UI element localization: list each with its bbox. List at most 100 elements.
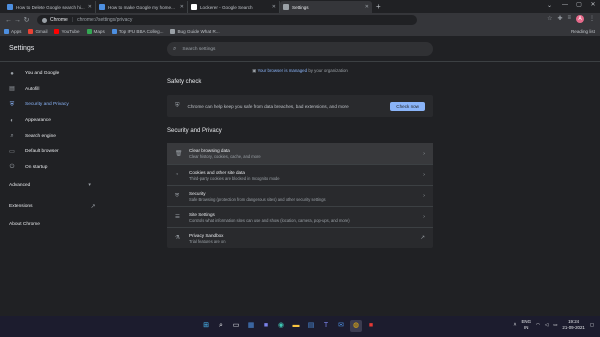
- browser-icon: ▭: [9, 148, 15, 155]
- site-info-icon[interactable]: [42, 17, 47, 23]
- settings-row[interactable]: ☰ Site Settings Controls what information …: [167, 206, 433, 227]
- sidebar-item-you-and-google[interactable]: ● You and Google: [0, 66, 110, 82]
- chevron-right-icon: ›: [423, 214, 425, 220]
- bookmark-label: Apps: [11, 29, 22, 34]
- task-view-icon[interactable]: ▭: [230, 320, 242, 332]
- reload-button[interactable]: ↻: [22, 16, 31, 24]
- search-icon[interactable]: ⌕: [215, 320, 227, 332]
- sidebar-item-label: Security and Privacy: [25, 102, 69, 108]
- chrome-icon[interactable]: ◍: [350, 320, 362, 332]
- tab-favicon-icon: [283, 4, 289, 10]
- menu-icon[interactable]: ⋮: [589, 15, 595, 23]
- external-link-icon: ↗: [420, 235, 425, 241]
- sidebar-item-autofill[interactable]: ▤ Autofill: [0, 82, 110, 98]
- settings-row[interactable]: ⚗ Privacy Sandbox Trial features are on ↗: [167, 227, 433, 248]
- widgets-icon[interactable]: ▦: [245, 320, 257, 332]
- sidebar-advanced[interactable]: Advanced ▾: [0, 177, 110, 193]
- search-icon: ⌕: [173, 45, 177, 52]
- profile-avatar[interactable]: A: [576, 15, 584, 23]
- bookmark-favicon-icon: [4, 29, 9, 34]
- bookmark-label: Gmail: [35, 29, 48, 34]
- sidebar-item-appearance[interactable]: ◐ Appearance: [0, 113, 110, 129]
- chevron-down-icon: ▾: [88, 182, 91, 189]
- sidebar-extensions[interactable]: Extensions ↗: [0, 197, 110, 215]
- settings-header: Settings ⌕ Search settings: [0, 37, 600, 62]
- tab-close-icon[interactable]: ✕: [180, 4, 184, 10]
- store-icon[interactable]: ▤: [305, 320, 317, 332]
- wifi-icon[interactable]: ◠: [536, 322, 540, 328]
- toolbar: ← → ↻ Chrome | chrome://settings/privacy…: [0, 13, 600, 27]
- tab-title: How to make Google my home...: [108, 4, 175, 10]
- tab-search-icon[interactable]: ⌄: [547, 2, 552, 9]
- sidebar-item-label: Autofill: [25, 86, 40, 92]
- back-button[interactable]: ←: [4, 17, 13, 24]
- app-icon[interactable]: ■: [365, 320, 377, 332]
- system-tray: ˄ ENG IN ◠ ◁ ▭ 19:24 21-09-2021 ▢: [514, 319, 594, 331]
- sidebar-about[interactable]: About Chrome: [0, 215, 110, 233]
- bookmarks-bar: Apps Gmail YouTube Maps Top IPU BBA Colleg..…: [0, 27, 600, 37]
- star-icon[interactable]: ☆: [547, 15, 552, 23]
- bookmark-item[interactable]: Apps: [4, 29, 21, 34]
- tab-1[interactable]: How to make Google my home... ✕: [96, 1, 188, 13]
- bookmark-item[interactable]: Top IPU BBA Colleg...: [111, 29, 163, 34]
- notification-icon[interactable]: ▢: [590, 322, 594, 328]
- bookmark-favicon-icon: [28, 29, 34, 34]
- battery-icon[interactable]: ▭: [553, 322, 557, 328]
- tab-favicon-icon: [7, 4, 13, 10]
- teams-icon[interactable]: T: [320, 320, 332, 332]
- mail-icon[interactable]: ✉: [335, 320, 347, 332]
- managed-link[interactable]: Your browser is managed: [257, 68, 307, 73]
- tab-close-icon[interactable]: ✕: [88, 4, 92, 10]
- bookmark-label: YouTube: [61, 29, 80, 34]
- settings-row[interactable]: ◔ Cookies and other site data Third-party …: [167, 164, 433, 185]
- search-settings-input[interactable]: ⌕ Search settings: [167, 42, 433, 56]
- clock-date: 21-09-2021: [562, 325, 585, 330]
- maximize-button[interactable]: ▢: [572, 0, 586, 10]
- sidebar-item-security-and-privacy[interactable]: ⛨ Security and Privacy: [0, 97, 110, 113]
- settings-row[interactable]: 🗑 Clear browsing data Clear history, cooki…: [167, 143, 433, 164]
- minimize-button[interactable]: —: [558, 0, 572, 10]
- check-now-button[interactable]: Check now: [390, 101, 425, 111]
- bookmark-item[interactable]: Maps: [86, 29, 105, 34]
- tab-close-icon[interactable]: ✕: [272, 4, 276, 10]
- file-explorer-icon[interactable]: ▬: [290, 320, 302, 332]
- bookmark-item[interactable]: Bug Guide What R...: [170, 29, 220, 34]
- sidebar-item-on-startup[interactable]: ⏻ On startup: [0, 160, 110, 176]
- new-tab-button[interactable]: +: [376, 1, 381, 13]
- managed-notice: ▣ Your browser is managed by your organi…: [167, 68, 433, 76]
- chevron-up-icon[interactable]: ˄: [514, 322, 517, 328]
- language-indicator[interactable]: ENG IN: [521, 319, 531, 331]
- chevron-right-icon: ›: [423, 193, 425, 199]
- volume-icon[interactable]: ◁: [545, 322, 548, 328]
- extensions-icon[interactable]: ✚: [557, 15, 562, 23]
- palette-icon: ◐: [10, 117, 14, 124]
- forward-button[interactable]: →: [13, 17, 22, 24]
- close-window-button[interactable]: ✕: [586, 0, 600, 10]
- edge-icon[interactable]: ◉: [275, 320, 287, 332]
- tab-close-icon[interactable]: ✕: [365, 4, 369, 10]
- managed-rest: by your organization: [308, 68, 348, 73]
- address-bar[interactable]: Chrome | chrome://settings/privacy: [37, 15, 417, 25]
- media-icon[interactable]: ≡: [567, 15, 571, 23]
- tab-0[interactable]: How to Delete Google search hi... ✕: [4, 1, 96, 13]
- safety-check-title: Safety check: [167, 79, 202, 85]
- chat-icon[interactable]: ■: [260, 320, 272, 332]
- taskbar-icons: ⊞ ⌕ ▭ ▦ ■ ◉ ▬ ▤ T ✉ ◍ ■: [200, 320, 377, 332]
- address-url: chrome://settings/privacy: [77, 17, 133, 23]
- sidebar-item-search-engine[interactable]: ⌕ Search engine: [0, 128, 110, 144]
- bookmark-label: Bug Guide What R...: [177, 29, 220, 34]
- row-title: Clear browsing data: [189, 148, 230, 153]
- sidebar-item-default-browser[interactable]: ▭ Default browser: [0, 144, 110, 160]
- reading-list-button[interactable]: Reading list: [571, 29, 595, 34]
- tab-2[interactable]: Lockerer - Google Search ✕: [188, 1, 280, 13]
- row-description: Controls what information sites can use …: [189, 217, 350, 223]
- settings-row[interactable]: ⛨ Security Safe Browsing (protection from …: [167, 185, 433, 206]
- clock[interactable]: 19:24 21-09-2021: [562, 319, 584, 331]
- sidebar-item-label: On startup: [25, 164, 48, 170]
- windows-start-icon[interactable]: ⊞: [200, 320, 212, 332]
- tab-3[interactable]: Settings ✕: [280, 1, 372, 13]
- person-icon: ●: [10, 70, 14, 77]
- bookmark-item[interactable]: YouTube: [54, 29, 80, 34]
- bookmark-item[interactable]: Gmail: [28, 29, 47, 34]
- bookmark-favicon-icon: [86, 29, 92, 34]
